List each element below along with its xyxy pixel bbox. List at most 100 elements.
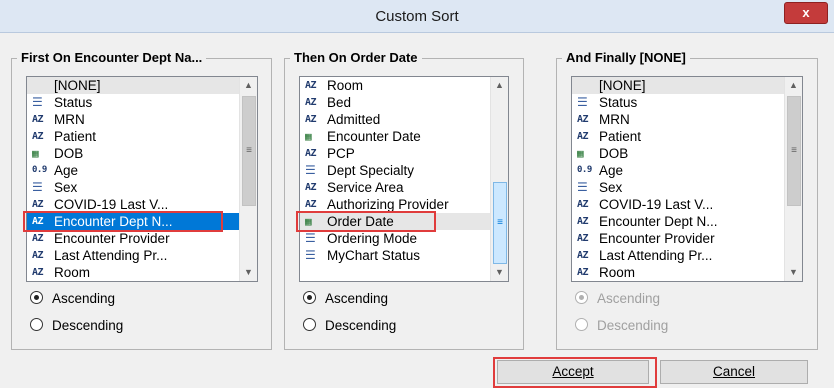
- list-item-label: MRN: [599, 112, 630, 127]
- az-icon: AZ: [32, 267, 44, 278]
- az-icon: AZ: [32, 233, 44, 244]
- list-item[interactable]: ☰ MyChart Status: [300, 247, 491, 264]
- list-item-label: COVID-19 Last V...: [599, 197, 714, 212]
- az-icon: AZ: [32, 199, 44, 210]
- list-item[interactable]: AZ MRN: [27, 111, 240, 128]
- second-ascending-radio[interactable]: Ascending: [303, 291, 388, 307]
- list-item[interactable]: AZ COVID-19 Last V...: [572, 196, 785, 213]
- list-icon: ☰: [32, 95, 43, 109]
- first-descending-radio[interactable]: Descending: [30, 318, 123, 334]
- list-item[interactable]: AZ Encounter Provider: [572, 230, 785, 247]
- list-item[interactable]: AZ COVID-19 Last V...: [27, 196, 240, 213]
- first-ascending-radio[interactable]: Ascending: [30, 291, 115, 307]
- list-item[interactable]: AZ MRN: [572, 111, 785, 128]
- scroll-down-icon[interactable]: ▼: [491, 264, 508, 281]
- third-sort-scrollbar[interactable]: ▲ ≡ ▼: [784, 77, 802, 281]
- second-sort-list[interactable]: AZ Room AZ Bed AZ Admitted ▦ Encounter Date AZ PC…: [299, 76, 509, 282]
- radio-unchecked-icon: [30, 318, 43, 331]
- az-icon: AZ: [577, 199, 589, 210]
- calendar-icon: ▦: [577, 147, 584, 160]
- list-item-label: Admitted: [327, 112, 381, 127]
- list-item[interactable]: [NONE]: [572, 77, 785, 94]
- list-item[interactable]: ☰ Dept Specialty: [300, 162, 491, 179]
- list-item-label: Last Attending Pr...: [54, 248, 168, 263]
- calendar-icon: ▦: [305, 130, 312, 143]
- list-item[interactable]: AZ Last Attending Pr...: [572, 247, 785, 264]
- list-item[interactable]: ▦ DOB: [27, 145, 240, 162]
- list-item-label: Room: [599, 265, 636, 280]
- second-descending-radio[interactable]: Descending: [303, 318, 396, 334]
- list-item[interactable]: ▦ DOB: [572, 145, 785, 162]
- list-item-label: Age: [599, 163, 624, 178]
- radio-unchecked-icon: [575, 318, 588, 331]
- list-item[interactable]: AZ Admitted: [300, 111, 491, 128]
- first-sort-list[interactable]: [NONE] ☰ Status AZ MRN AZ Patient ▦ DOB 0.9 Age ☰ Se…: [26, 76, 258, 282]
- radio-unchecked-icon: [303, 318, 316, 331]
- list-item-label: Sex: [54, 180, 78, 195]
- list-item[interactable]: ☰ Sex: [572, 179, 785, 196]
- window-title: Custom Sort: [375, 8, 459, 25]
- list-item[interactable]: ☰ Status: [27, 94, 240, 111]
- list-item[interactable]: AZ Encounter Dept N...: [27, 213, 240, 230]
- cancel-button[interactable]: Cancel: [660, 360, 808, 384]
- list-item[interactable]: 0.9 Age: [572, 162, 785, 179]
- scroll-thumb[interactable]: ≡: [787, 96, 801, 206]
- az-icon: AZ: [577, 114, 589, 125]
- list-item[interactable]: ☰ Ordering Mode: [300, 230, 491, 247]
- list-item-label: Room: [327, 78, 364, 93]
- list-item[interactable]: AZ Room: [300, 77, 491, 94]
- list-item[interactable]: AZ Patient: [572, 128, 785, 145]
- accept-button[interactable]: Accept: [497, 360, 649, 384]
- scroll-down-icon[interactable]: ▼: [240, 264, 257, 281]
- radio-checked-icon: [575, 291, 588, 304]
- scroll-down-icon[interactable]: ▼: [785, 264, 802, 281]
- list-item[interactable]: ☰ Sex: [27, 179, 240, 196]
- radio-checked-icon: [30, 291, 43, 304]
- scroll-up-icon[interactable]: ▲: [491, 77, 508, 94]
- scroll-thumb[interactable]: ≡: [242, 96, 256, 206]
- list-icon: ☰: [305, 248, 316, 262]
- list-item[interactable]: AZ Authorizing Provider: [300, 196, 491, 213]
- number-icon: 0.9: [577, 165, 592, 175]
- calendar-icon: ▦: [32, 147, 39, 160]
- list-item[interactable]: ▦ Encounter Date: [300, 128, 491, 145]
- close-button[interactable]: x: [784, 2, 828, 24]
- list-item[interactable]: AZ PCP: [300, 145, 491, 162]
- second-sort-title: Then On Order Date: [290, 50, 422, 66]
- list-icon: ☰: [305, 163, 316, 177]
- list-item-label: Age: [54, 163, 79, 178]
- second-sort-scrollbar[interactable]: ▲ ≡ ▼: [490, 77, 508, 281]
- list-item[interactable]: AZ Last Attending Pr...: [27, 247, 240, 264]
- third-ascending-radio: Ascending: [575, 291, 660, 307]
- az-icon: AZ: [32, 250, 44, 261]
- scroll-thumb[interactable]: ≡: [493, 182, 507, 264]
- list-item-label: Ordering Mode: [327, 231, 418, 246]
- az-icon: AZ: [577, 250, 589, 261]
- az-icon: AZ: [305, 182, 317, 193]
- list-icon: ☰: [577, 95, 588, 109]
- list-icon: ☰: [577, 180, 588, 194]
- list-item[interactable]: [NONE]: [27, 77, 240, 94]
- third-sort-list[interactable]: [NONE] ☰ Status AZ MRN AZ Patient ▦ DOB 0.9 Age ☰ Se…: [571, 76, 803, 282]
- first-sort-title: First On Encounter Dept Na...: [17, 50, 207, 66]
- list-item[interactable]: AZ Service Area: [300, 179, 491, 196]
- list-item[interactable]: ▦ Order Date: [300, 213, 491, 230]
- az-icon: AZ: [577, 267, 589, 278]
- az-icon: AZ: [577, 131, 589, 142]
- list-item[interactable]: AZ Bed: [300, 94, 491, 111]
- first-sort-scrollbar[interactable]: ▲ ≡ ▼: [239, 77, 257, 281]
- list-item[interactable]: AZ Patient: [27, 128, 240, 145]
- az-icon: AZ: [32, 131, 44, 142]
- list-item[interactable]: AZ Room: [27, 264, 240, 281]
- list-item[interactable]: ☰ Status: [572, 94, 785, 111]
- list-item[interactable]: AZ Room: [572, 264, 785, 281]
- list-item[interactable]: AZ Encounter Provider: [27, 230, 240, 247]
- list-item[interactable]: 0.9 Age: [27, 162, 240, 179]
- scroll-up-icon[interactable]: ▲: [785, 77, 802, 94]
- list-item[interactable]: AZ Encounter Dept N...: [572, 213, 785, 230]
- list-item-label: [NONE]: [599, 78, 646, 93]
- second-sort-group: Then On Order Date AZ Room AZ Bed AZ Admitted…: [284, 50, 524, 350]
- list-item-label: MyChart Status: [327, 248, 421, 263]
- scroll-up-icon[interactable]: ▲: [240, 77, 257, 94]
- calendar-icon: ▦: [305, 215, 312, 228]
